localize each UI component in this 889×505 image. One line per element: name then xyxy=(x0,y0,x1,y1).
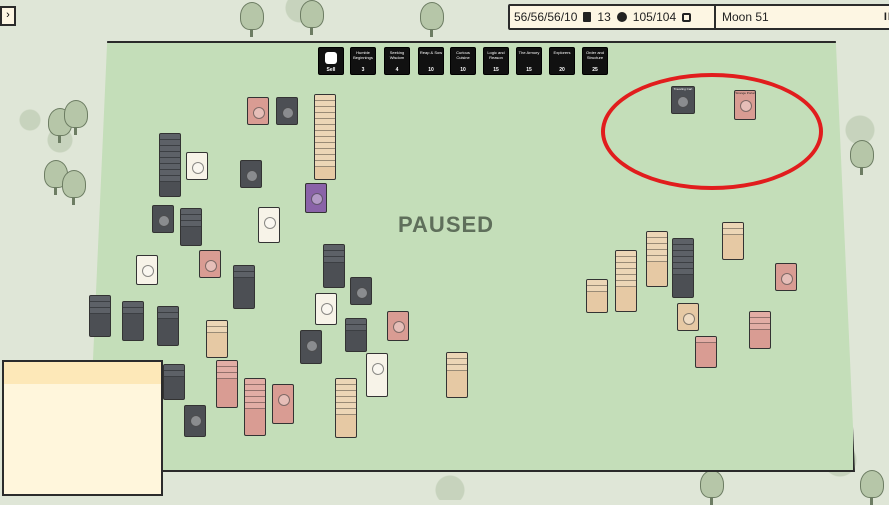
tree-decoration xyxy=(300,0,324,35)
pack-order-and-structure[interactable]: Order and Structure 25 xyxy=(582,47,608,75)
card-stack[interactable] xyxy=(345,318,367,352)
moon-counter: Moon 51 xyxy=(722,10,769,24)
card[interactable] xyxy=(258,207,280,243)
card-stack[interactable] xyxy=(695,336,717,368)
card-stack[interactable] xyxy=(586,279,608,313)
card[interactable] xyxy=(677,303,699,331)
card[interactable] xyxy=(186,152,208,180)
resource-bar: 56/56/56/10 13 105/104 xyxy=(508,4,718,30)
tree-decoration xyxy=(850,140,874,175)
card[interactable] xyxy=(272,384,294,424)
card-counter: 105/104 xyxy=(632,10,677,24)
pause-button[interactable]: II xyxy=(884,11,889,23)
highlight-circle xyxy=(601,73,823,190)
card-stack[interactable] xyxy=(157,306,179,346)
tree-decoration xyxy=(420,2,444,37)
card[interactable] xyxy=(350,277,372,305)
pack-seeking-wisdom[interactable]: Seeking Wisdom 4 xyxy=(384,47,410,75)
card-stack[interactable] xyxy=(216,360,238,408)
card-stack[interactable] xyxy=(749,311,771,349)
card-stack[interactable] xyxy=(89,295,111,337)
card[interactable] xyxy=(387,311,409,341)
card-stack[interactable] xyxy=(314,94,336,180)
coin-icon xyxy=(616,12,627,22)
card-stack[interactable] xyxy=(206,320,228,358)
tree-decoration xyxy=(700,470,724,505)
pack-humble-beginnings[interactable]: Humble Beginnings 3 xyxy=(350,47,376,75)
card-stack[interactable] xyxy=(323,244,345,288)
card-stack[interactable] xyxy=(244,378,266,436)
coin-counter: 13 xyxy=(597,10,611,24)
tree-decoration xyxy=(860,470,884,505)
card-stack[interactable] xyxy=(159,133,181,197)
pack-the-armory[interactable]: The Armory 15 xyxy=(516,47,542,75)
card-stack[interactable] xyxy=(163,364,185,400)
paused-label: PAUSED xyxy=(398,212,495,237)
pack-logic-and-reason[interactable]: Logic and Reason 15 xyxy=(483,47,509,75)
card[interactable] xyxy=(300,330,322,364)
card[interactable] xyxy=(276,97,298,125)
card[interactable] xyxy=(366,353,388,397)
card[interactable] xyxy=(315,293,337,325)
card-stack[interactable] xyxy=(722,222,744,260)
card-stack[interactable] xyxy=(122,301,144,341)
food-counter: 56/56/56/10 xyxy=(514,10,578,24)
card[interactable] xyxy=(305,183,327,213)
card[interactable] xyxy=(184,405,206,437)
tree-decoration xyxy=(240,2,264,37)
moon-bar: Moon 51 II xyxy=(714,4,889,30)
card-info-panel xyxy=(2,360,163,496)
card-stack[interactable] xyxy=(233,265,255,309)
card[interactable] xyxy=(199,250,221,278)
sell-icon xyxy=(325,52,337,64)
sell-box[interactable]: Sell xyxy=(318,47,344,75)
card[interactable] xyxy=(240,160,262,188)
card[interactable] xyxy=(152,205,174,233)
card-stack[interactable] xyxy=(180,208,202,246)
card[interactable] xyxy=(775,263,797,291)
card-stack[interactable] xyxy=(646,231,668,287)
tree-decoration xyxy=(64,100,88,135)
card-info-header xyxy=(4,362,161,384)
pack-reap-sow[interactable]: Reap & Sow 10 xyxy=(418,47,444,75)
card[interactable] xyxy=(136,255,158,285)
card-stack[interactable] xyxy=(335,378,357,438)
food-icon xyxy=(583,12,592,22)
card-stack[interactable] xyxy=(672,238,694,298)
card-stack[interactable] xyxy=(446,352,468,398)
pack-explorers[interactable]: Explorers 20 xyxy=(549,47,575,75)
expand-sidebar-button[interactable]: › xyxy=(0,6,16,26)
card[interactable] xyxy=(247,97,269,125)
card-icon xyxy=(682,12,692,22)
pack-curious-cuisine[interactable]: Curious Cuisine 10 xyxy=(450,47,476,75)
tree-decoration xyxy=(62,170,86,205)
card-stack[interactable] xyxy=(615,250,637,312)
